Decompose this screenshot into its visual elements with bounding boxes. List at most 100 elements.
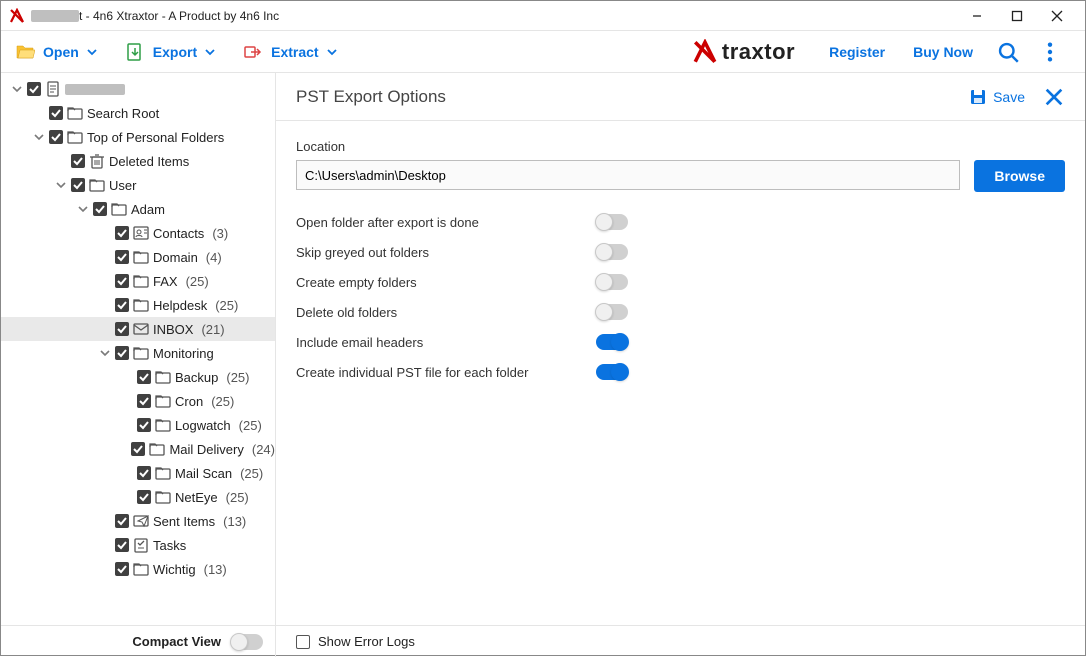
window-maximize-button[interactable] bbox=[997, 1, 1037, 31]
tree-node-label: Search Root bbox=[87, 106, 159, 121]
tree-checkbox[interactable] bbox=[137, 418, 151, 432]
expand-toggle[interactable] bbox=[99, 347, 111, 359]
panel-footer: Show Error Logs bbox=[276, 625, 1085, 657]
tree-node[interactable]: Sent Items(13) bbox=[1, 509, 275, 533]
tree-node-count: (13) bbox=[223, 514, 246, 529]
expand-toggle bbox=[99, 251, 111, 263]
option-toggle[interactable] bbox=[596, 244, 628, 260]
location-input[interactable] bbox=[296, 160, 960, 190]
option-toggle[interactable] bbox=[596, 334, 628, 350]
panel-close-button[interactable] bbox=[1043, 86, 1065, 108]
tree-checkbox[interactable] bbox=[49, 130, 63, 144]
tree-node[interactable]: User bbox=[1, 173, 275, 197]
option-toggle[interactable] bbox=[596, 364, 628, 380]
expand-toggle[interactable] bbox=[55, 179, 67, 191]
expand-toggle[interactable] bbox=[33, 131, 45, 143]
tree-node[interactable]: Backup(25) bbox=[1, 365, 275, 389]
tree-checkbox[interactable] bbox=[131, 442, 145, 456]
tree-node[interactable]: Adam bbox=[1, 197, 275, 221]
tree-node-count: (13) bbox=[204, 562, 227, 577]
tree-node-label: Mail Scan bbox=[175, 466, 232, 481]
show-error-logs-checkbox[interactable] bbox=[296, 635, 310, 649]
tree-checkbox[interactable] bbox=[115, 322, 129, 336]
folder-icon bbox=[133, 273, 149, 289]
sidebar: Search Root Top of Personal FoldersDelete… bbox=[1, 73, 276, 657]
tree-node[interactable]: Contacts(3) bbox=[1, 221, 275, 245]
tree-node-count: (25) bbox=[226, 370, 249, 385]
register-link[interactable]: Register bbox=[829, 44, 885, 60]
tree-node[interactable]: FAX(25) bbox=[1, 269, 275, 293]
window-minimize-button[interactable] bbox=[957, 1, 997, 31]
titlebar: t - 4n6 Xtraxtor - A Product by 4n6 Inc bbox=[1, 1, 1085, 31]
browse-button[interactable]: Browse bbox=[974, 160, 1065, 192]
tree-node-count: (21) bbox=[201, 322, 224, 337]
tree-node-count: (25) bbox=[239, 418, 262, 433]
tree-checkbox[interactable] bbox=[71, 178, 85, 192]
compact-view-toggle[interactable] bbox=[231, 634, 263, 650]
tree-checkbox[interactable] bbox=[71, 154, 85, 168]
extract-button[interactable]: Extract bbox=[243, 42, 336, 62]
folder-icon bbox=[67, 105, 83, 121]
tree-node[interactable]: NetEye(25) bbox=[1, 485, 275, 509]
expand-toggle bbox=[99, 539, 111, 551]
tree-node[interactable]: Mail Delivery(24) bbox=[1, 437, 275, 461]
tree-node[interactable]: Cron(25) bbox=[1, 389, 275, 413]
tree-node[interactable]: Top of Personal Folders bbox=[1, 125, 275, 149]
option-toggle[interactable] bbox=[596, 274, 628, 290]
tree-node[interactable]: Deleted Items bbox=[1, 149, 275, 173]
folder-icon bbox=[133, 249, 149, 265]
expand-toggle[interactable] bbox=[77, 203, 89, 215]
window-close-button[interactable] bbox=[1037, 1, 1077, 31]
export-button[interactable]: Export bbox=[125, 42, 215, 62]
tree-node-label: Monitoring bbox=[153, 346, 214, 361]
tree-node[interactable]: Tasks bbox=[1, 533, 275, 557]
tree-node[interactable]: Helpdesk(25) bbox=[1, 293, 275, 317]
extract-icon bbox=[243, 42, 263, 62]
tree-checkbox[interactable] bbox=[115, 346, 129, 360]
save-label: Save bbox=[993, 89, 1025, 105]
app-icon bbox=[9, 8, 25, 24]
tree-node[interactable]: Mail Scan(25) bbox=[1, 461, 275, 485]
tree-checkbox[interactable] bbox=[115, 538, 129, 552]
tree-node[interactable]: Wichtig(13) bbox=[1, 557, 275, 581]
expand-toggle bbox=[33, 107, 45, 119]
option-toggle[interactable] bbox=[596, 214, 628, 230]
tree-checkbox[interactable] bbox=[115, 226, 129, 240]
tree-checkbox[interactable] bbox=[115, 298, 129, 312]
tree-node-count: (25) bbox=[215, 298, 238, 313]
tree-checkbox[interactable] bbox=[27, 82, 41, 96]
expand-toggle bbox=[99, 323, 111, 335]
tree-checkbox[interactable] bbox=[115, 514, 129, 528]
tree-node-label: FAX bbox=[153, 274, 178, 289]
tree-node[interactable] bbox=[1, 77, 275, 101]
tree-node[interactable]: Monitoring bbox=[1, 341, 275, 365]
tree-checkbox[interactable] bbox=[115, 562, 129, 576]
tree-checkbox[interactable] bbox=[137, 370, 151, 384]
save-button[interactable]: Save bbox=[969, 88, 1025, 106]
tree-node[interactable]: Search Root bbox=[1, 101, 275, 125]
buy-now-link[interactable]: Buy Now bbox=[913, 44, 973, 60]
tree-node-count: (25) bbox=[211, 394, 234, 409]
expand-toggle bbox=[55, 155, 67, 167]
tree-checkbox[interactable] bbox=[115, 250, 129, 264]
mail-icon bbox=[133, 321, 149, 337]
expand-toggle bbox=[121, 371, 133, 383]
tree-node[interactable]: Domain(4) bbox=[1, 245, 275, 269]
compact-view-label: Compact View bbox=[132, 634, 221, 649]
tree-node[interactable]: Logwatch(25) bbox=[1, 413, 275, 437]
expand-toggle[interactable] bbox=[11, 83, 23, 95]
tree-checkbox[interactable] bbox=[137, 466, 151, 480]
option-label: Include email headers bbox=[296, 335, 596, 350]
option-toggle[interactable] bbox=[596, 304, 628, 320]
option-label: Create individual PST file for each fold… bbox=[296, 365, 596, 380]
more-menu-icon[interactable] bbox=[1039, 41, 1061, 63]
tree-checkbox[interactable] bbox=[137, 490, 151, 504]
tree-node[interactable]: INBOX(21) bbox=[1, 317, 275, 341]
search-icon[interactable] bbox=[997, 41, 1019, 63]
tree-node-label: Domain bbox=[153, 250, 198, 265]
tree-checkbox[interactable] bbox=[49, 106, 63, 120]
tree-checkbox[interactable] bbox=[137, 394, 151, 408]
open-button[interactable]: Open bbox=[15, 42, 97, 62]
tree-checkbox[interactable] bbox=[115, 274, 129, 288]
tree-checkbox[interactable] bbox=[93, 202, 107, 216]
